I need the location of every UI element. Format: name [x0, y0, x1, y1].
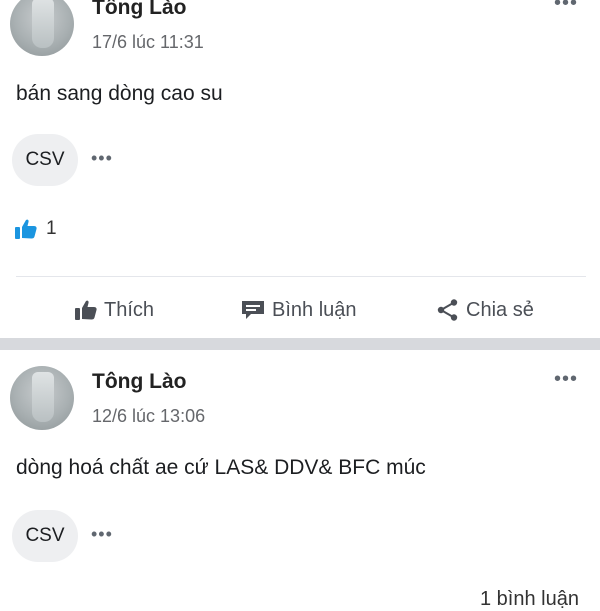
action-bar: Thích Bình luận Chia sẻ	[0, 290, 600, 330]
avatar[interactable]	[10, 0, 74, 56]
like-icon	[74, 299, 98, 321]
tag-chip[interactable]: CSV	[12, 134, 78, 186]
avatar[interactable]	[10, 366, 74, 430]
like-button[interactable]: Thích	[74, 290, 154, 330]
divider	[16, 276, 586, 277]
author-name[interactable]: Tông Lào	[92, 370, 186, 394]
post-text: dòng hoá chất ae cứ LAS& DDV& BFC múc	[16, 456, 426, 479]
post-card: Tông Lào 12/6 lúc 13:06 ••• dòng hoá chấ…	[0, 350, 600, 600]
share-button[interactable]: Chia sẻ	[436, 290, 534, 330]
reaction-count: 1	[46, 218, 57, 239]
tag-chip[interactable]: CSV	[12, 510, 78, 562]
tag-more-icon[interactable]: •••	[91, 524, 113, 545]
share-label: Chia sẻ	[466, 298, 534, 321]
post-timestamp[interactable]: 12/6 lúc 13:06	[92, 406, 205, 427]
post-text: bán sang dòng cao su	[16, 82, 223, 105]
post-timestamp[interactable]: 17/6 lúc 11:31	[92, 32, 204, 53]
post-card: Tông Lào 17/6 lúc 11:31 ••• bán sang dòn…	[0, 0, 600, 338]
reaction-summary[interactable]: 1	[14, 218, 57, 240]
like-reaction-icon	[14, 218, 38, 240]
comment-icon	[240, 299, 266, 321]
tag-more-icon[interactable]: •••	[91, 148, 113, 169]
share-icon	[436, 298, 460, 322]
comment-button[interactable]: Bình luận	[240, 290, 357, 330]
author-name[interactable]: Tông Lào	[92, 0, 186, 20]
comment-label: Bình luận	[272, 298, 357, 321]
like-label: Thích	[104, 298, 155, 321]
more-options-icon[interactable]: •••	[554, 368, 578, 391]
post-separator	[0, 338, 600, 350]
more-options-icon[interactable]: •••	[554, 0, 578, 15]
